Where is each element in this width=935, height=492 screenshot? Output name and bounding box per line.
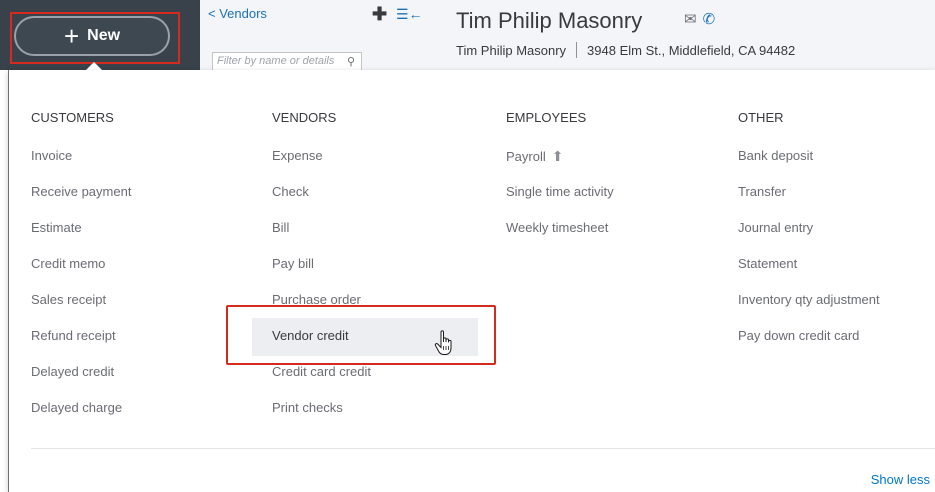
mail-icon[interactable]: ✉ xyxy=(684,11,697,28)
menu-item-pay-bill[interactable]: Pay bill xyxy=(272,256,314,271)
show-less-link[interactable]: Show less xyxy=(871,472,930,487)
menu-item-journal-entry[interactable]: Journal entry xyxy=(738,220,813,235)
vendor-subtitle: Tim Philip Masonry 3948 Elm St., Middlefi… xyxy=(456,42,795,58)
new-button[interactable]: + New xyxy=(14,16,170,56)
filter-placeholder: Filter by name or details xyxy=(217,55,335,67)
menu-item-invoice[interactable]: Invoice xyxy=(31,148,72,163)
menu-item-bank-deposit[interactable]: Bank deposit xyxy=(738,148,813,163)
vendor-address: 3948 Elm St., Middlefield, CA 94482 xyxy=(587,43,796,58)
hand-cursor-icon xyxy=(434,330,452,355)
plus-icon: + xyxy=(63,21,80,51)
upgrade-arrow-icon: ⬆ xyxy=(551,148,564,164)
menu-item-single-time-activity[interactable]: Single time activity xyxy=(506,184,614,199)
menu-item-expense[interactable]: Expense xyxy=(272,148,323,163)
menu-item-credit-card-credit[interactable]: Credit card credit xyxy=(272,364,371,379)
menu-item-receive-payment[interactable]: Receive payment xyxy=(31,184,131,199)
menu-item-check[interactable]: Check xyxy=(272,184,309,199)
employees-heading: EMPLOYEES xyxy=(506,110,587,125)
contact-icons: ✉ ✆ xyxy=(684,10,715,28)
new-transaction-menu: CUSTOMERS Invoice Receive payment Estima… xyxy=(8,70,935,492)
collapse-icon[interactable]: ☰← xyxy=(396,6,423,23)
menu-item-statement[interactable]: Statement xyxy=(738,256,797,271)
add-vendor-icon[interactable]: ✚ xyxy=(372,4,387,25)
menu-item-bill[interactable]: Bill xyxy=(272,220,289,235)
menu-item-pay-down-credit-card[interactable]: Pay down credit card xyxy=(738,328,859,343)
menu-item-delayed-charge[interactable]: Delayed charge xyxy=(31,400,122,415)
menu-item-refund-receipt[interactable]: Refund receipt xyxy=(31,328,116,343)
vendor-subname: Tim Philip Masonry xyxy=(456,43,567,58)
divider xyxy=(576,42,578,58)
menu-item-payroll[interactable]: Payroll ⬆ xyxy=(506,148,563,165)
menu-item-credit-memo[interactable]: Credit memo xyxy=(31,256,105,271)
new-button-label: New xyxy=(87,27,121,44)
menu-item-print-checks[interactable]: Print checks xyxy=(272,400,343,415)
menu-item-inventory-qty-adjustment[interactable]: Inventory qty adjustment xyxy=(738,292,880,307)
new-button-highlight: + New xyxy=(10,12,180,64)
other-heading: OTHER xyxy=(738,110,784,125)
customers-heading: CUSTOMERS xyxy=(31,110,114,125)
vendor-title: Tim Philip Masonry xyxy=(456,8,643,33)
menu-item-transfer[interactable]: Transfer xyxy=(738,184,786,199)
menu-item-delayed-credit[interactable]: Delayed credit xyxy=(31,364,114,379)
search-icon[interactable]: ⚲ xyxy=(347,55,355,68)
menu-item-payroll-label: Payroll xyxy=(506,149,546,164)
filter-input[interactable]: Filter by name or details ⚲ xyxy=(212,52,362,70)
phone-icon[interactable]: ✆ xyxy=(703,11,716,28)
dropdown-notch xyxy=(86,62,102,70)
menu-item-sales-receipt[interactable]: Sales receipt xyxy=(31,292,106,307)
menu-item-estimate[interactable]: Estimate xyxy=(31,220,82,235)
back-to-vendors-link[interactable]: < Vendors xyxy=(208,6,267,21)
vendors-heading: VENDORS xyxy=(272,110,337,125)
menu-item-weekly-timesheet[interactable]: Weekly timesheet xyxy=(506,220,608,235)
menu-divider xyxy=(31,448,935,449)
